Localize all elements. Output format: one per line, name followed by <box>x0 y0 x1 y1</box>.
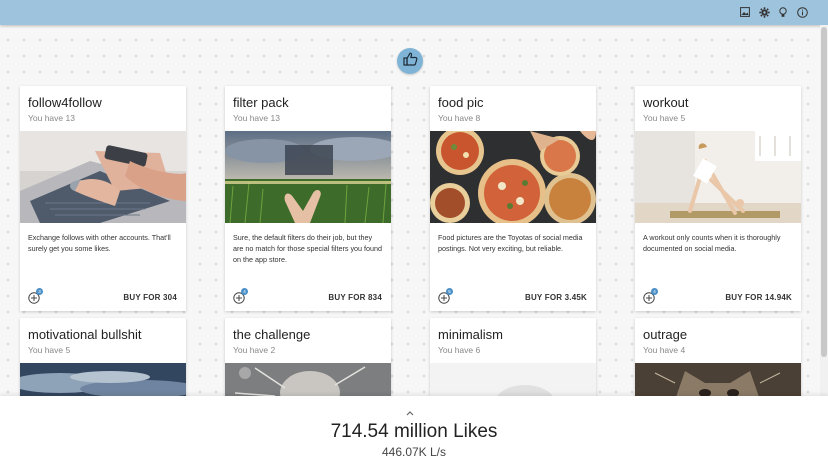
card-owned-count: You have 2 <box>233 345 276 355</box>
upgrade-card: workout You have 5 A workout only counts… <box>635 86 801 311</box>
card-owned-count: You have 6 <box>438 345 481 355</box>
upgrade-card: filter pack You have 13 Sure, the defaul… <box>225 86 391 311</box>
card-owned-count: You have 13 <box>233 113 280 123</box>
card-owned-count: You have 5 <box>28 345 71 355</box>
count-badge: 5 <box>446 288 453 295</box>
upgrade-card: the challenge You have 2 <box>225 318 391 400</box>
image-icon[interactable] <box>739 6 751 18</box>
splash-photo <box>225 363 391 400</box>
buy-button[interactable]: BUY FOR 3.45K <box>525 293 587 302</box>
card-owned-count: You have 5 <box>643 113 686 123</box>
likes-footer: 714.54 million Likes 446.07K L/s <box>0 396 828 466</box>
like-button[interactable] <box>397 48 423 74</box>
count-badge: 4 <box>651 288 658 295</box>
pizza-table-photo <box>430 131 596 223</box>
card-title: minimalism <box>438 327 503 342</box>
card-description: Exchange follows with other accounts. Th… <box>28 233 171 253</box>
thumbs-up-icon <box>402 52 418 71</box>
count-badge: 4 <box>241 288 248 295</box>
likes-total: 714.54 million Likes <box>330 421 498 442</box>
card-description: Sure, the default filters do their job, … <box>233 233 383 264</box>
top-bar <box>0 0 828 25</box>
sky-clouds-photo <box>20 363 186 400</box>
buy-button[interactable]: BUY FOR 304 <box>123 293 177 302</box>
upgrade-card: outrage You have 4 <box>635 318 801 400</box>
card-owned-count: You have 8 <box>438 113 481 123</box>
lightbulb-icon[interactable] <box>777 6 789 18</box>
card-title: the challenge <box>233 327 311 342</box>
card-title: workout <box>643 95 689 110</box>
cat-photo <box>635 363 801 400</box>
upgrade-card: motivational bullshit You have 5 <box>20 318 186 400</box>
settings-gear-icon[interactable] <box>758 6 770 18</box>
card-owned-count: You have 4 <box>643 345 686 355</box>
card-title: motivational bullshit <box>28 327 142 342</box>
buy-button[interactable]: BUY FOR 834 <box>328 293 382 302</box>
card-title: follow4follow <box>28 95 102 110</box>
field-sunset-photo <box>225 131 391 223</box>
upgrade-card: minimalism You have 6 <box>430 318 596 400</box>
card-title: filter pack <box>233 95 289 110</box>
count-badge: 3 <box>36 288 43 295</box>
card-description: Food pictures are the Toyotas of social … <box>438 233 583 253</box>
scrollbar-thumb[interactable] <box>821 27 827 357</box>
minimal-photo <box>430 363 596 400</box>
likes-per-second: 446.07K L/s <box>381 445 447 459</box>
yoga-pose-photo <box>635 131 801 223</box>
upgrade-card: food pic You have 8 Food pictures are th… <box>430 86 596 311</box>
upgrade-card: follow4follow You have 13 Exchange follo… <box>20 86 186 311</box>
chevron-up-icon[interactable] <box>405 404 415 416</box>
card-title: outrage <box>643 327 688 342</box>
laptop-phone-photo <box>20 131 186 223</box>
buy-button[interactable]: BUY FOR 14.94K <box>725 293 792 302</box>
card-title: food pic <box>438 95 484 110</box>
info-icon[interactable] <box>796 6 808 18</box>
card-owned-count: You have 13 <box>28 113 75 123</box>
card-description: A workout only counts when it is thoroug… <box>643 233 781 253</box>
